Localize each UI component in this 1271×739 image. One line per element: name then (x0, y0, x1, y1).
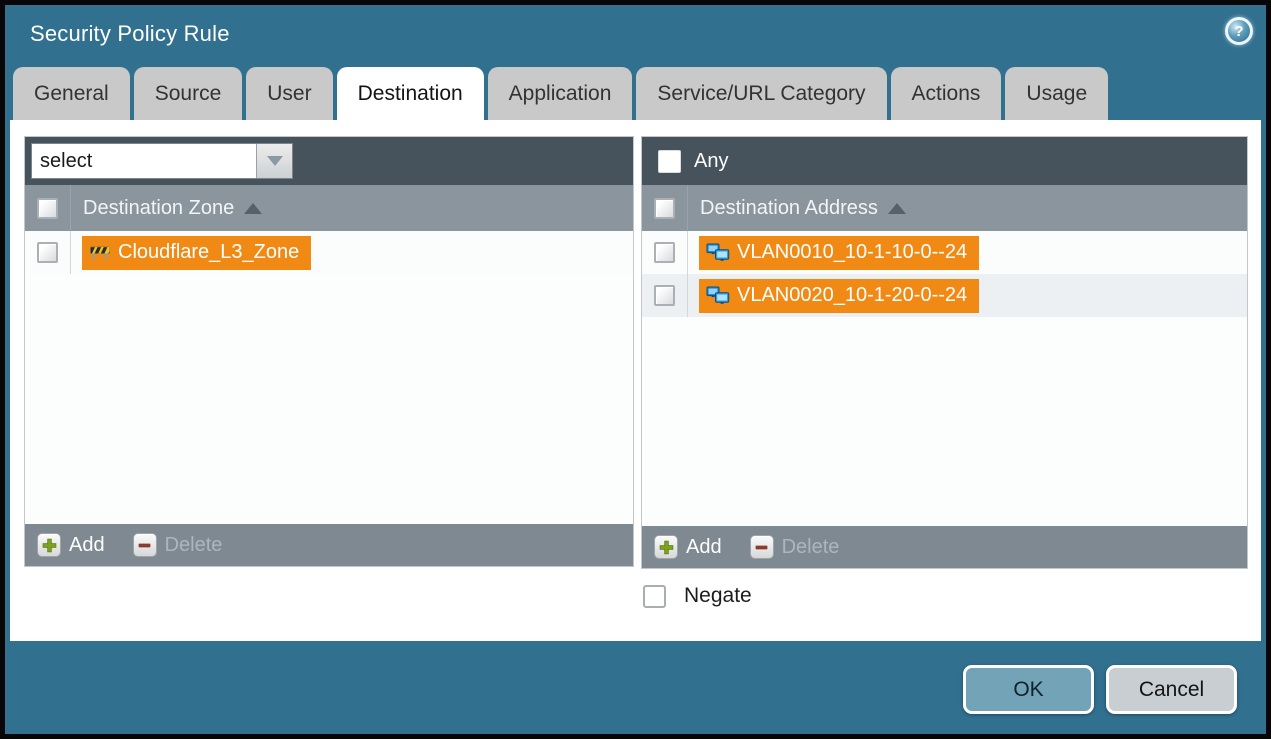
negate-label: Negate (684, 584, 752, 608)
tab-label: Destination (358, 82, 463, 106)
ok-button[interactable]: OK (963, 665, 1094, 714)
tab-label: General (34, 82, 109, 106)
tab[interactable]: General (13, 67, 130, 120)
tab-label: Application (509, 82, 612, 106)
chevron-down-icon (267, 156, 283, 166)
zone-toolbar: select (25, 137, 633, 185)
sort-ascending-icon (244, 203, 262, 214)
dialog-titlebar: Security Policy Rule ? (5, 5, 1266, 67)
tab[interactable]: Application (488, 67, 633, 120)
zone-delete-button[interactable]: Delete (133, 533, 223, 557)
address-item-label: VLAN0010_10-1-10-0--24 (737, 241, 967, 264)
zone-row-checkbox[interactable] (37, 242, 58, 263)
security-policy-rule-dialog: Security Policy Rule ? General Source Us… (0, 0, 1271, 739)
address-select-all-checkbox[interactable] (654, 198, 675, 219)
tab-bar: General Source User Destination Applicat… (13, 67, 1108, 120)
tab[interactable]: Actions (891, 67, 1002, 120)
address-add-button[interactable]: Add (654, 535, 722, 559)
address-row-checkbox[interactable] (654, 285, 675, 306)
address-delete-button[interactable]: Delete (750, 535, 840, 559)
address-row: VLAN0010_10-1-10-0--24 (642, 231, 1247, 274)
zone-select-value: select (32, 144, 256, 178)
zone-select-all-checkbox[interactable] (37, 198, 58, 219)
zone-item-label: Cloudflare_L3_Zone (118, 241, 299, 264)
address-row-checkbox[interactable] (654, 242, 675, 263)
zone-column-label: Destination Zone (83, 197, 234, 220)
address-footer: Add Delete (642, 526, 1247, 568)
zone-column-header[interactable]: Destination Zone (25, 185, 633, 231)
destination-address-panel: Any Destination Address (641, 136, 1248, 569)
zone-add-button[interactable]: Add (37, 533, 105, 557)
tab-label: Service/URL Category (657, 82, 865, 106)
address-column-header[interactable]: Destination Address (642, 185, 1247, 231)
zone-barrier-icon (89, 244, 111, 260)
tab[interactable]: Destination (337, 67, 484, 120)
negate-checkbox[interactable] (643, 585, 666, 608)
help-icon[interactable]: ? (1225, 17, 1253, 45)
address-list: VLAN0010_10-1-10-0--24 (642, 231, 1247, 526)
tab-label: Actions (912, 82, 981, 106)
negate-row: Negate (643, 584, 752, 608)
tab[interactable]: Source (134, 67, 243, 120)
address-column-label: Destination Address (700, 197, 878, 220)
zone-footer: Add Delete (25, 524, 633, 566)
tab-label: Source (155, 82, 222, 106)
any-checkbox[interactable] (658, 150, 681, 173)
delete-minus-icon (750, 535, 774, 559)
dialog-content: select Destination Zone (10, 120, 1261, 641)
network-address-icon (706, 243, 730, 262)
cancel-button[interactable]: Cancel (1106, 665, 1237, 714)
network-address-icon (706, 286, 730, 305)
zone-select-dropdown[interactable]: select (31, 143, 293, 179)
tab-label: Usage (1026, 82, 1087, 106)
zone-item[interactable]: Cloudflare_L3_Zone (82, 236, 311, 270)
tab-label: User (267, 82, 311, 106)
add-plus-icon (37, 533, 61, 557)
delete-minus-icon (133, 533, 157, 557)
any-label: Any (694, 150, 728, 173)
add-plus-icon (654, 535, 678, 559)
address-item[interactable]: VLAN0010_10-1-10-0--24 (699, 236, 979, 270)
tab[interactable]: Service/URL Category (636, 67, 886, 120)
zone-row: Cloudflare_L3_Zone (25, 231, 633, 274)
zone-list: Cloudflare_L3_Zone (25, 231, 633, 524)
dropdown-button[interactable] (256, 144, 292, 178)
tab[interactable]: Usage (1005, 67, 1108, 120)
address-toolbar: Any (642, 137, 1247, 185)
dialog-title: Security Policy Rule (30, 21, 230, 47)
address-item[interactable]: VLAN0020_10-1-20-0--24 (699, 279, 979, 313)
destination-zone-panel: select Destination Zone (24, 136, 634, 567)
sort-ascending-icon (888, 203, 906, 214)
address-item-label: VLAN0020_10-1-20-0--24 (737, 284, 967, 307)
tab[interactable]: User (246, 67, 332, 120)
address-row: VLAN0020_10-1-20-0--24 (642, 274, 1247, 317)
